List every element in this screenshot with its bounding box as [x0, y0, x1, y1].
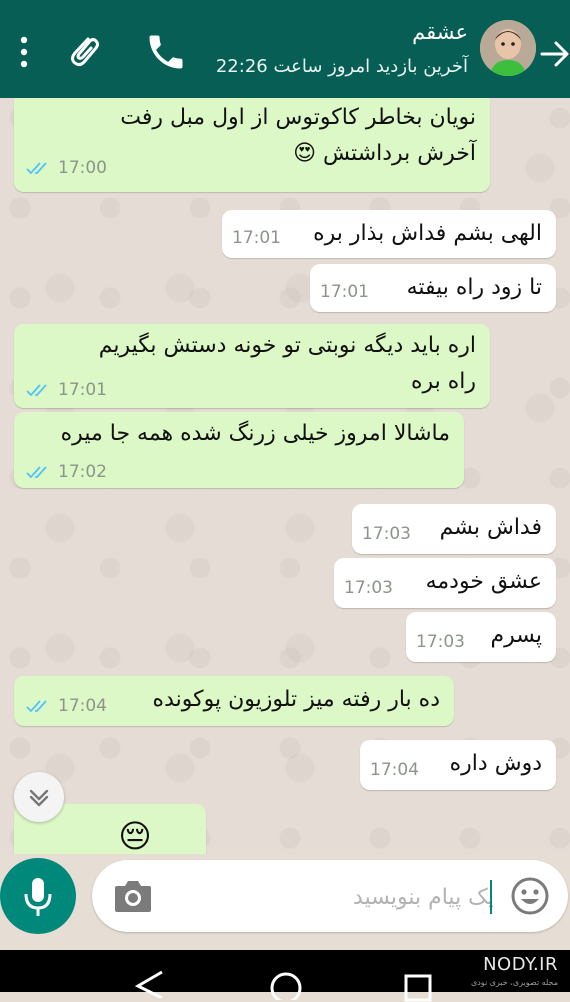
- message-text: ده بار رفته میز تلوزیون پوکونده: [152, 687, 440, 712]
- watermark-subtext: مجله تصویری، خبری نودی: [470, 978, 558, 987]
- message-bubble-outgoing[interactable]: ماشالا امروز خیلی زرنگ شده همه جا میره 1…: [14, 412, 464, 488]
- message-text: عشق خودمه: [425, 569, 542, 594]
- camera-icon[interactable]: [112, 876, 154, 916]
- message-text: فداش بشم: [439, 515, 542, 540]
- read-ticks-icon: [26, 466, 47, 479]
- message-input-box[interactable]: [92, 860, 568, 932]
- message-text: راه بره: [410, 369, 476, 394]
- read-ticks-icon: [26, 162, 47, 175]
- nav-back-icon[interactable]: [132, 968, 168, 998]
- emoji-icon[interactable]: [510, 876, 550, 916]
- back-arrow-icon[interactable]: [540, 34, 570, 74]
- message-time: 17:00: [58, 158, 107, 178]
- message-text: الهی بشم فداش بذار بره: [313, 221, 542, 246]
- read-ticks-icon: [26, 700, 47, 713]
- message-text: پسرم: [490, 623, 542, 648]
- chat-header: عشقم آخرین بازدید امروز ساعت 22:26: [0, 0, 570, 98]
- text-cursor: [490, 880, 492, 914]
- message-time: 17:01: [232, 228, 281, 248]
- message-text: اره باید دیگه نوبتی تو خونه دستش بگیریم: [98, 333, 476, 358]
- message-text: ماشالا امروز خیلی زرنگ شده همه جا میره: [60, 421, 450, 446]
- nav-home-icon[interactable]: [268, 970, 304, 1000]
- watermark: NODY.IR: [483, 954, 558, 975]
- message-bubble-outgoing[interactable]: ده بار رفته میز تلوزیون پوکونده 17:04: [14, 676, 454, 726]
- message-input[interactable]: [182, 874, 496, 920]
- message-bubble-incoming[interactable]: الهی بشم فداش بذار بره 17:01: [222, 210, 556, 258]
- menu-icon[interactable]: [12, 32, 36, 72]
- message-text: نویان بخاطر کاکوتوس از اول مبل رفت: [120, 105, 476, 130]
- message-text: تا زود راه بیفته: [406, 275, 542, 300]
- last-seen-status: آخرین بازدید امروز ساعت 22:26: [215, 56, 468, 77]
- message-time: 17:04: [370, 760, 419, 780]
- message-bubble-outgoing[interactable]: اره باید دیگه نوبتی تو خونه دستش بگیریم …: [14, 324, 490, 408]
- nav-recents-icon[interactable]: [402, 972, 436, 1002]
- message-bubble-incoming[interactable]: عشق خودمه 17:03: [334, 558, 556, 608]
- contact-name[interactable]: عشقم: [412, 20, 468, 44]
- message-time: 17:04: [58, 696, 107, 716]
- message-bubble-incoming[interactable]: تا زود راه بیفته 17:01: [310, 264, 556, 312]
- avatar[interactable]: [480, 20, 536, 76]
- message-time: 17:03: [344, 578, 393, 598]
- attach-icon[interactable]: [62, 30, 106, 74]
- message-time: 17:03: [416, 632, 465, 652]
- message-bubble-outgoing[interactable]: نویان بخاطر کاکوتوس از اول مبل رفت آخرش …: [14, 98, 490, 192]
- read-ticks-icon: [26, 384, 47, 397]
- scroll-down-button[interactable]: [14, 772, 64, 822]
- message-time: 17:01: [58, 380, 107, 400]
- double-chevron-down-icon: [29, 789, 49, 807]
- message-bubble-incoming[interactable]: دوش داره 17:04: [360, 740, 556, 790]
- message-bubble-incoming[interactable]: فداش بشم 17:03: [352, 504, 556, 554]
- mic-button[interactable]: [0, 858, 76, 934]
- emoji: 😔: [118, 817, 152, 854]
- mic-icon: [24, 878, 52, 916]
- call-icon[interactable]: [144, 30, 188, 74]
- message-time: 17:03: [362, 524, 411, 544]
- message-list[interactable]: نویان بخاطر کاکوتوس از اول مبل رفت آخرش …: [0, 98, 570, 854]
- message-bubble-incoming[interactable]: پسرم 17:03: [406, 612, 556, 662]
- message-text: دوش داره: [449, 751, 542, 776]
- message-text: آخرش برداشتش 😍: [293, 141, 476, 166]
- message-time: 17:01: [320, 282, 369, 302]
- message-time: 17:02: [58, 462, 107, 482]
